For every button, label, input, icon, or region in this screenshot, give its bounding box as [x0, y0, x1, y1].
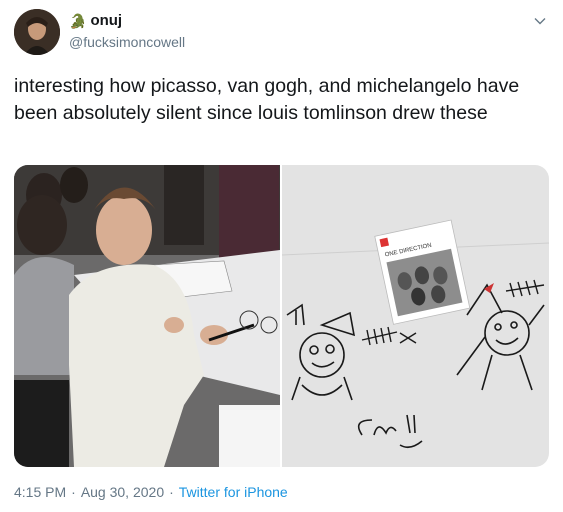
drawings-photo: ONE DIRECTION — [282, 165, 549, 467]
meta-separator: · — [169, 484, 174, 500]
tweet-source-link[interactable]: Twitter for iPhone — [179, 483, 288, 501]
user-handle[interactable]: @fucksimoncowell — [69, 33, 185, 51]
chevron-down-icon[interactable] — [533, 14, 547, 28]
photo-signing-event[interactable] — [14, 165, 280, 467]
tweet-date[interactable]: Aug 30, 2020 — [81, 483, 164, 501]
user-name-row[interactable]: 🐊 onuj — [69, 12, 122, 30]
signing-photo — [14, 165, 280, 467]
tweet-time[interactable]: 4:15 PM — [14, 483, 66, 501]
avatar[interactable] — [14, 9, 60, 55]
crocodile-emoji-icon: 🐊 — [69, 13, 87, 29]
meta-separator: · — [71, 484, 76, 500]
tweet-text: interesting how picasso, van gogh, and m… — [14, 75, 520, 124]
tweet-media[interactable]: ONE DIRECTION — [14, 165, 549, 467]
avatar-image — [14, 9, 60, 55]
photo-drawings[interactable]: ONE DIRECTION — [282, 165, 549, 467]
tweet-meta: 4:15 PM · Aug 30, 2020 · Twitter for iPh… — [14, 483, 288, 501]
display-name[interactable]: onuj — [90, 12, 122, 30]
